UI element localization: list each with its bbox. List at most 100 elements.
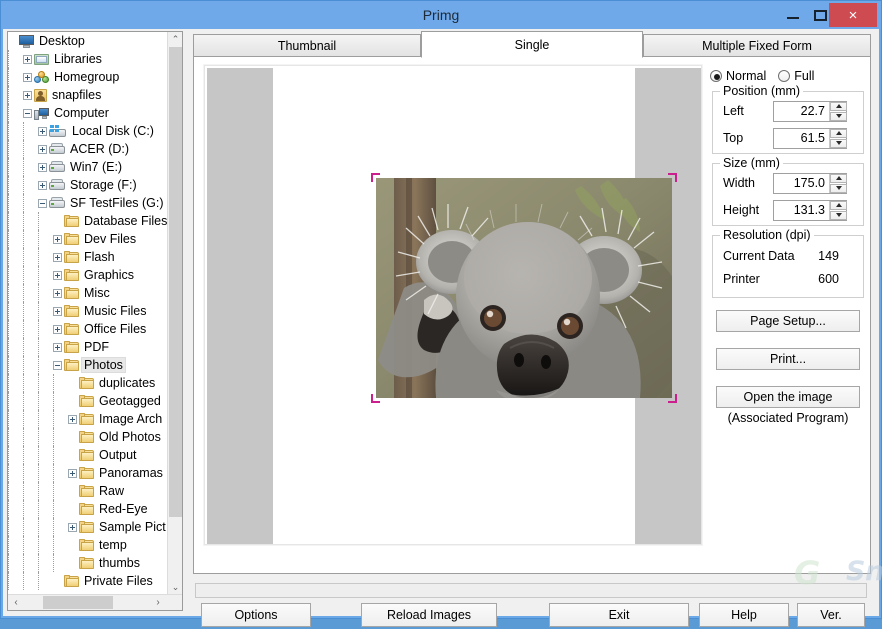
tree-item-local-disk-c[interactable]: Local Disk (C:) [8, 122, 168, 140]
tree-item-private-files[interactable]: Private Files [8, 572, 168, 590]
folder-tree[interactable]: Desktop Libraries Homegroup snapfiles Comput… [8, 32, 168, 595]
tree-expander-minus-icon[interactable] [23, 108, 32, 118]
tree-item-homegroup[interactable]: Homegroup [8, 68, 168, 86]
tree-item-output[interactable]: Output [8, 446, 168, 464]
tree-expander-plus-icon[interactable] [53, 252, 62, 262]
print-button[interactable]: Print... [716, 348, 860, 370]
resize-handle-bottom-right[interactable] [668, 394, 677, 403]
tree-item-sf-testfiles-g[interactable]: SF TestFiles (G:) [8, 194, 168, 212]
tab-single[interactable]: Single [421, 31, 643, 58]
left-spinner[interactable]: 22.7 [773, 100, 847, 122]
scroll-down-icon[interactable]: ⌄ [168, 580, 182, 595]
tree-vertical-scrollbar[interactable]: ⌃ ⌄ [167, 32, 182, 595]
tree-item-flash[interactable]: Flash [8, 248, 168, 266]
tree-item-snapfiles[interactable]: snapfiles [8, 86, 168, 104]
radio-full[interactable]: Full [778, 69, 814, 83]
tree-horizontal-scroll-thumb[interactable] [43, 596, 113, 609]
tree-expander-plus-icon[interactable] [53, 306, 62, 316]
tree-expander-minus-icon[interactable] [38, 198, 47, 208]
tree-item-sample-pict[interactable]: Sample Pict [8, 518, 168, 536]
options-button[interactable]: Options [201, 603, 311, 627]
tab-thumbnail[interactable]: Thumbnail [193, 34, 421, 57]
version-button[interactable]: Ver. [797, 603, 865, 627]
tree-expander-plus-icon[interactable] [23, 90, 32, 100]
koala-photo[interactable] [376, 178, 672, 398]
tree-expander-plus-icon[interactable] [38, 180, 47, 190]
tree-item-misc[interactable]: Misc [8, 284, 168, 302]
tree-item-graphics[interactable]: Graphics [8, 266, 168, 284]
height-decrement-button[interactable] [830, 210, 847, 220]
tree-item-label: Dev Files [84, 232, 137, 246]
resize-handle-bottom-left[interactable] [371, 394, 380, 403]
tree-item-pdf[interactable]: PDF [8, 338, 168, 356]
tree-item-desktop[interactable]: Desktop [8, 32, 168, 50]
tree-item-libraries[interactable]: Libraries [8, 50, 168, 68]
print-preview[interactable] [203, 64, 703, 546]
reload-images-label: Reload Images [386, 608, 472, 622]
tree-indent-guide [38, 320, 53, 338]
height-increment-button[interactable] [830, 200, 847, 210]
width-spinner[interactable]: 175.0 [773, 172, 847, 194]
scroll-left-icon[interactable]: ‹ [8, 595, 24, 610]
page-setup-button[interactable]: Page Setup... [716, 310, 860, 332]
tree-item-database-files[interactable]: Database Files [8, 212, 168, 230]
resize-handle-top-left[interactable] [371, 173, 380, 182]
width-increment-button[interactable] [830, 173, 847, 183]
tree-item-old-photos[interactable]: Old Photos [8, 428, 168, 446]
tree-item-red-eye[interactable]: Red-Eye [8, 500, 168, 518]
tree-expander-plus-icon[interactable] [38, 126, 47, 136]
tree-item-panoramas[interactable]: Panoramas [8, 464, 168, 482]
tree-indent-guide [8, 338, 23, 356]
width-decrement-button[interactable] [830, 183, 847, 193]
tree-item-duplicates[interactable]: duplicates [8, 374, 168, 392]
help-button[interactable]: Help [699, 603, 789, 627]
tree-expander-plus-icon[interactable] [23, 54, 32, 64]
tree-expander-plus-icon[interactable] [53, 270, 62, 280]
tab-multiple-fixed-form[interactable]: Multiple Fixed Form [643, 34, 871, 57]
tree-item-thumbs[interactable]: thumbs [8, 554, 168, 572]
tree-item-acer-d[interactable]: ACER (D:) [8, 140, 168, 158]
radio-normal[interactable]: Normal [710, 69, 766, 83]
tree-item-image-arch[interactable]: Image Arch [8, 410, 168, 428]
tree-expander-plus-icon[interactable] [53, 324, 62, 334]
tree-item-photos[interactable]: Photos [8, 356, 168, 374]
tree-vertical-scroll-thumb[interactable] [169, 47, 182, 517]
close-button[interactable]: × [829, 3, 877, 27]
tree-item-dev-files[interactable]: Dev Files [8, 230, 168, 248]
top-increment-button[interactable] [830, 128, 847, 138]
tree-item-computer[interactable]: Computer [8, 104, 168, 122]
height-spinner[interactable]: 131.3 [773, 199, 847, 221]
tree-item-label: Photos [81, 357, 126, 373]
scroll-right-icon[interactable]: › [150, 595, 166, 610]
resize-handle-top-right[interactable] [668, 173, 677, 182]
tree-expander-plus-icon[interactable] [38, 162, 47, 172]
tree-item-win7-e[interactable]: Win7 (E:) [8, 158, 168, 176]
tree-expander-plus-icon[interactable] [68, 414, 77, 424]
tree-expander-plus-icon[interactable] [68, 522, 77, 532]
tree-horizontal-scrollbar[interactable]: ‹ › [8, 594, 182, 610]
exit-button[interactable]: Exit [549, 603, 689, 627]
scroll-up-icon[interactable]: ⌃ [168, 32, 182, 47]
tree-expander-plus-icon[interactable] [38, 144, 47, 154]
image-selection-frame[interactable] [371, 173, 677, 403]
tree-item-raw[interactable]: Raw [8, 482, 168, 500]
tree-expander-plus-icon[interactable] [53, 342, 62, 352]
tree-item-temp[interactable]: temp [8, 536, 168, 554]
open-image-button[interactable]: Open the image [716, 386, 860, 408]
reload-images-button[interactable]: Reload Images [361, 603, 497, 627]
tree-item-music-files[interactable]: Music Files [8, 302, 168, 320]
tree-expander-plus-icon[interactable] [53, 234, 62, 244]
tree-item-geotagged[interactable]: Geotagged [8, 392, 168, 410]
tree-expander-plus-icon[interactable] [68, 468, 77, 478]
top-decrement-button[interactable] [830, 138, 847, 148]
application-window: Primg × Desktop Libraries Homegroup snapfil… [0, 0, 882, 627]
top-spinner[interactable]: 61.5 [773, 127, 847, 149]
tree-expander-plus-icon[interactable] [23, 72, 32, 82]
tree-expander-minus-icon[interactable] [53, 360, 62, 370]
tree-expander-plus-icon[interactable] [53, 288, 62, 298]
tree-indent-guide [38, 392, 53, 410]
left-increment-button[interactable] [830, 101, 847, 111]
left-decrement-button[interactable] [830, 111, 847, 121]
tree-item-office-files[interactable]: Office Files [8, 320, 168, 338]
tree-item-storage-f[interactable]: Storage (F:) [8, 176, 168, 194]
